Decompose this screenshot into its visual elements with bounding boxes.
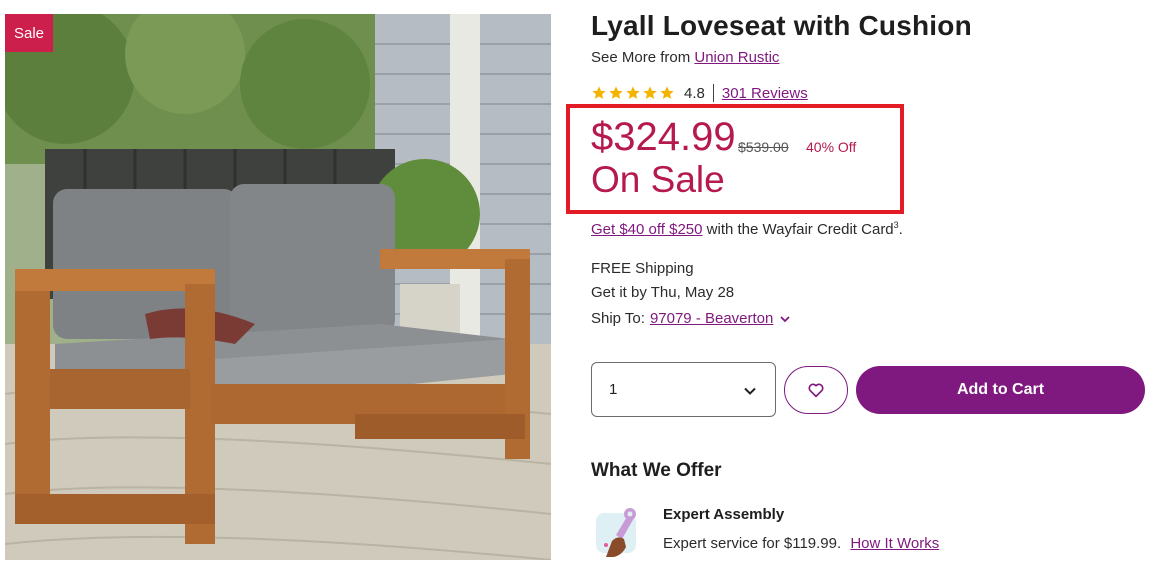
star-icon <box>592 86 606 99</box>
assembly-wrench-icon <box>596 508 636 557</box>
star-icon <box>660 86 674 99</box>
favorite-button[interactable] <box>784 366 848 414</box>
sale-badge: Sale <box>5 14 53 52</box>
expert-assembly-title: Expert Assembly <box>663 506 785 523</box>
credit-offer-link[interactable]: Get $40 off $250 <box>591 221 702 238</box>
on-sale-label: On Sale <box>591 159 725 200</box>
ship-to-label: Ship To: <box>591 310 645 327</box>
credit-card-offer: Get $40 off $250 with the Wayfair Credit… <box>591 220 903 238</box>
product-image[interactable] <box>5 14 551 560</box>
see-more-brand: See More from Union Rustic <box>591 49 779 66</box>
star-rating <box>591 85 675 101</box>
ship-to-row: Ship To: 97079 - Beaverton <box>591 310 791 327</box>
star-icon <box>609 86 623 99</box>
assembly-price-text: Expert service for $119.99. <box>663 535 842 552</box>
delivery-eta: Get it by Thu, May 28 <box>591 284 735 301</box>
what-we-offer-heading: What We Offer <box>591 460 722 481</box>
discount-percent: 40% Off <box>806 139 857 155</box>
product-title: Lyall Loveseat with Cushion <box>591 10 972 41</box>
brand-link[interactable]: Union Rustic <box>694 49 779 66</box>
chevron-down-icon <box>744 387 756 395</box>
how-it-works-link[interactable]: How It Works <box>850 535 939 552</box>
free-shipping: FREE Shipping <box>591 260 694 277</box>
rating-row: 4.8 301 Reviews <box>591 83 808 103</box>
chevron-down-icon[interactable] <box>779 313 791 325</box>
quantity-select[interactable]: 1 <box>591 362 776 417</box>
reviews-link[interactable]: 301 Reviews <box>722 85 808 102</box>
rating-divider <box>712 84 714 102</box>
rating-value: 4.8 <box>684 84 705 102</box>
quantity-value: 1 <box>609 381 618 398</box>
see-more-label: See More from <box>591 49 691 66</box>
credit-offer-end: . <box>898 221 903 238</box>
star-icon <box>626 86 640 99</box>
star-icon <box>643 86 657 99</box>
original-price: $539.00 <box>738 139 789 155</box>
ship-to-location-link[interactable]: 97079 - Beaverton <box>650 310 773 327</box>
sale-price: $324.99 <box>591 115 736 159</box>
heart-icon <box>808 383 824 398</box>
expert-assembly-description: Expert service for $119.99. How It Works <box>663 535 939 552</box>
add-to-cart-button[interactable]: Add to Cart <box>856 366 1145 414</box>
credit-offer-text: with the Wayfair Credit Card <box>702 221 894 238</box>
